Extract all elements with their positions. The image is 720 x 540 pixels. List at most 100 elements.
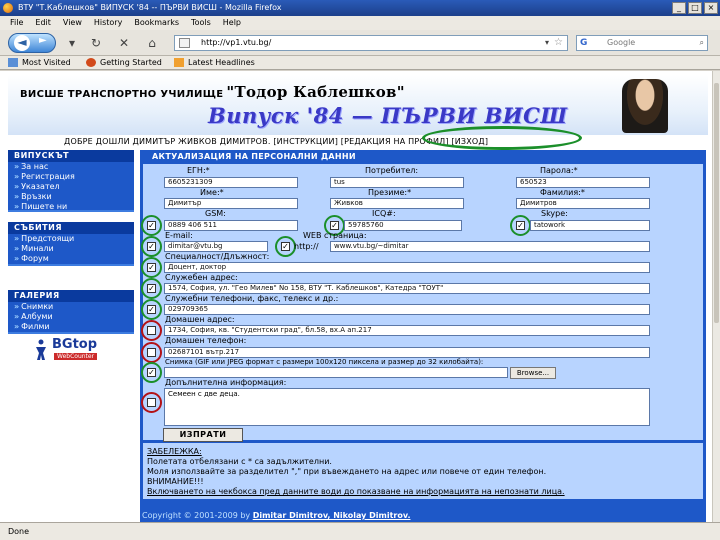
sidebar-section-title: ВИПУСКЪТ (8, 150, 134, 162)
minimize-button[interactable]: _ (672, 2, 686, 14)
notes-line-required: Полетата отбелязани с * са задължителни. (147, 457, 332, 466)
bookmark-getting-started[interactable]: Getting Started (86, 56, 162, 70)
menu-file[interactable]: File (10, 16, 23, 30)
password-field[interactable]: 650523 (516, 177, 650, 188)
page-viewport: ВИСШЕ ТРАНСПОРТНО УЧИЛИЩЕ "Тодор Каблешко… (0, 71, 712, 522)
photo-file-field[interactable] (164, 367, 508, 378)
sidebar-item-forum[interactable]: » Форум (8, 254, 134, 264)
gsm-label: GSM: (205, 209, 226, 218)
stop-icon[interactable]: ✕ (112, 33, 136, 53)
scrollbar-thumb[interactable] (714, 83, 719, 323)
email-field[interactable]: dimitar@vtu.bg (164, 241, 268, 252)
history-dropdown-icon[interactable]: ▾ (60, 33, 84, 53)
notes-title: ЗАБЕЛЕЖКА: (147, 447, 202, 456)
search-engine-icon[interactable]: G (580, 37, 602, 49)
authors-link[interactable]: Dimitar Dimitrov, Nikolay Dimitrov. (253, 511, 411, 520)
menu-bar: File Edit View History Bookmarks Tools H… (0, 16, 720, 30)
bgtop-title: BGtop (52, 337, 98, 352)
sidebar-item-films[interactable]: » Филми (8, 322, 134, 332)
sidebar-item-links[interactable]: » Връзки (8, 192, 134, 202)
occupation-label: Специалност/Длъжност: (165, 252, 270, 261)
sidebar-section-title: СЪБИТИЯ (8, 222, 134, 234)
highlight-oval-edit-profile (422, 126, 582, 150)
menu-help[interactable]: Help (223, 16, 241, 30)
work-phones-field[interactable]: 029709365 (164, 304, 650, 315)
url-bar[interactable]: http://vp1.vtu.bg/ ▾ ☆ (174, 35, 568, 51)
notes-line-separator: Моля използвайте за разделител "," при в… (147, 467, 547, 476)
instructions-link[interactable]: [ИНСТРУКЦИИ] (273, 137, 338, 146)
bookmarks-toolbar: Most Visited Getting Started Latest Head… (0, 56, 720, 70)
photo-label: Снимка (GIF или JPEG формат с размери 10… (165, 358, 484, 366)
middle-name-field[interactable]: Живков (330, 198, 464, 209)
sidebar-item-upcoming[interactable]: » Предстоящи (8, 234, 134, 244)
work-address-label: Служебен адрес: (165, 273, 238, 282)
sidebar-item-registration[interactable]: » Регистрация (8, 172, 134, 182)
search-input[interactable]: G Google ⌕ (576, 35, 708, 51)
banner-school: ВИСШЕ ТРАНСПОРТНО УЧИЛИЩЕ "Тодор Каблешко… (20, 83, 405, 101)
bgtop-counter-badge[interactable]: BGtop WebCounter (34, 337, 104, 367)
sidebar-item-photos[interactable]: » Снимки (8, 302, 134, 312)
submit-button[interactable]: ИЗПРАТИ (163, 428, 243, 442)
bookmark-most-visited[interactable]: Most Visited (8, 56, 71, 70)
welcome-bar: ДОБРЕ ДОШЛИ ДИМИТЪР ЖИВКОВ ДИМИТРОВ. [ИН… (64, 135, 704, 149)
gsm-field[interactable]: 0889 406 511 (164, 220, 298, 231)
green-circle-annotation (141, 257, 162, 278)
forward-arrow-icon[interactable]: ► (39, 35, 47, 46)
extra-info-textarea[interactable]: Семеен с две деца. (164, 388, 650, 426)
last-name-field[interactable]: Димитров (516, 198, 650, 209)
close-button[interactable]: × (704, 2, 718, 14)
maximize-button[interactable]: □ (688, 2, 702, 14)
home-phone-label: Домашен телефон: (165, 336, 247, 345)
green-circle-annotation (141, 215, 162, 236)
sidebar-item-past[interactable]: » Минали (8, 244, 134, 254)
sidebar-item-directory[interactable]: » Указател (8, 182, 134, 192)
menu-history[interactable]: History (94, 16, 122, 30)
occupation-field[interactable]: Доцент, доктор (164, 262, 650, 273)
sidebar-section-events: СЪБИТИЯ » Предстоящи » Минали » Форум (8, 222, 134, 266)
sidebar-item-about[interactable]: » За нас (8, 162, 134, 172)
firefox-icon (3, 3, 13, 13)
red-circle-annotation (141, 392, 162, 413)
reload-icon[interactable]: ↻ (84, 33, 108, 53)
firefox-bookmark-icon (86, 58, 96, 67)
page-favicon-icon (179, 38, 190, 48)
vertical-scrollbar[interactable] (712, 71, 720, 522)
username-label: Потребител: (365, 166, 419, 175)
middle-name-label: Презиме:* (368, 188, 412, 197)
copyright-bar: Copyright © 2001-2009 by Dimitar Dimitro… (140, 509, 706, 522)
green-circle-annotation (275, 236, 296, 257)
bookmark-star-icon[interactable]: ☆ (554, 36, 563, 50)
sidebar-section-gallery: ГАЛЕРИЯ » Снимки » Албуми » Филми (8, 290, 134, 334)
email-label: E-mail: (165, 231, 193, 240)
green-circle-annotation (141, 362, 162, 383)
menu-tools[interactable]: Tools (191, 16, 211, 30)
web-label: WEB страница: (303, 231, 367, 240)
egn-label: ЕГН:* (187, 166, 210, 175)
back-button[interactable]: ◄ ► (8, 33, 56, 53)
sidebar-item-contact[interactable]: » Пишете ни (8, 202, 134, 212)
menu-edit[interactable]: Edit (35, 16, 51, 30)
icq-field[interactable]: 59785760 (344, 220, 462, 231)
url-dropdown-icon[interactable]: ▾ (545, 36, 549, 50)
egn-field[interactable]: 6605231309 (164, 177, 298, 188)
web-field[interactable]: www.vtu.bg/~dimitar (330, 241, 650, 252)
menu-bookmarks[interactable]: Bookmarks (134, 16, 179, 30)
username-field[interactable]: tus (330, 177, 464, 188)
home-address-field[interactable]: 1734, София, кв. "Студентски град", бл.5… (164, 325, 650, 336)
notes-attention: ВНИМАНИЕ!!! (147, 477, 204, 486)
back-arrow-icon: ◄ (14, 35, 30, 51)
home-icon[interactable]: ⌂ (140, 33, 164, 53)
last-name-label: Фамилия:* (540, 188, 585, 197)
menu-view[interactable]: View (63, 16, 82, 30)
skype-label: Skype: (541, 209, 568, 218)
bookmark-latest-headlines[interactable]: Latest Headlines (174, 56, 255, 70)
sidebar-item-albums[interactable]: » Албуми (8, 312, 134, 322)
search-icon[interactable]: ⌕ (700, 36, 704, 50)
work-address-field[interactable]: 1574, София, ул. "Гео Милев" No 158, ВТУ… (164, 283, 650, 294)
first-name-field[interactable]: Димитър (164, 198, 298, 209)
skype-field[interactable]: tatowork (530, 220, 650, 231)
sidebar-section-class: ВИПУСКЪТ » За нас » Регистрация » Указател … (8, 150, 134, 212)
web-prefix: http:// (294, 242, 319, 251)
browse-button[interactable]: Browse... (510, 367, 556, 379)
home-address-label: Домашен адрес: (165, 315, 235, 324)
